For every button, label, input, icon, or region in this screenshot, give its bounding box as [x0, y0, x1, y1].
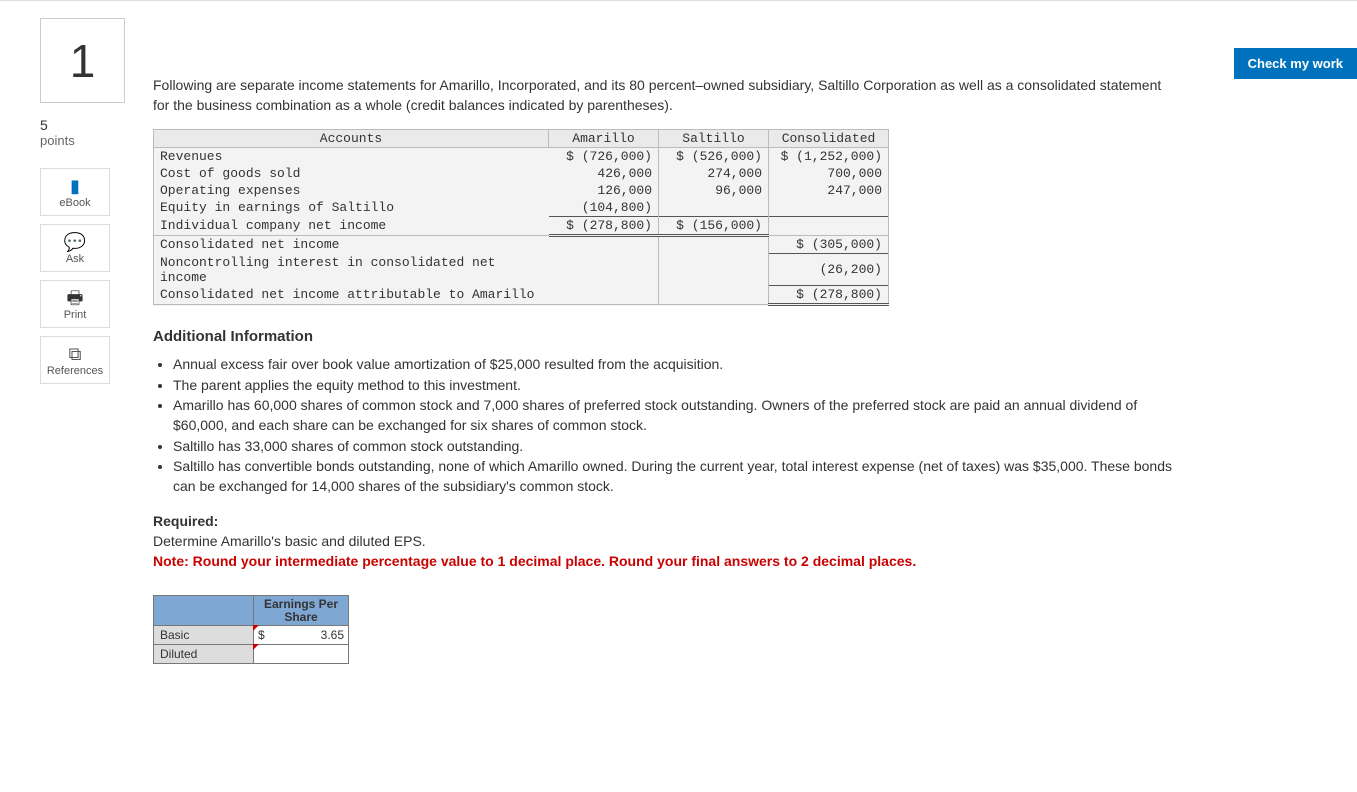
table-row: Consolidated net income attributable to …: [154, 286, 889, 305]
ask-label: Ask: [45, 253, 105, 265]
references-button[interactable]: ⧉ References: [40, 336, 110, 384]
income-statement-table: Accounts Amarillo Saltillo Consolidated …: [153, 129, 889, 306]
copy-icon: ⧉: [45, 345, 105, 363]
ebook-label: eBook: [45, 197, 105, 209]
diluted-label: Diluted: [154, 645, 254, 664]
col-header-consolidated: Consolidated: [769, 130, 889, 148]
table-row: Operating expenses 126,000 96,000 247,00…: [154, 182, 889, 199]
basic-label: Basic: [154, 626, 254, 645]
references-label: References: [45, 365, 105, 377]
check-my-work-button[interactable]: Check my work: [1234, 48, 1357, 79]
answer-corner-cell: [154, 596, 254, 626]
ask-button[interactable]: 💬 Ask: [40, 224, 110, 272]
answer-table: Earnings Per Share Basic $ 3.65 Diluted: [153, 595, 349, 664]
question-number: 1: [40, 18, 125, 103]
list-item: Saltillo has 33,000 shares of common sto…: [173, 437, 1175, 457]
answer-header: Earnings Per Share: [254, 596, 349, 626]
diluted-eps-input[interactable]: [254, 645, 349, 664]
basic-eps-input[interactable]: $ 3.65: [254, 626, 349, 645]
col-header-saltillo: Saltillo: [659, 130, 769, 148]
intro-text: Following are separate income statements…: [153, 76, 1175, 115]
points-label: points: [40, 133, 125, 148]
list-item: Saltillo has convertible bonds outstandi…: [173, 457, 1175, 496]
print-button[interactable]: 🖶 Print: [40, 280, 110, 328]
chat-icon: 💬: [45, 233, 105, 251]
points-value: 5: [40, 117, 125, 133]
list-item: Amarillo has 60,000 shares of common sto…: [173, 396, 1175, 435]
col-header-amarillo: Amarillo: [549, 130, 659, 148]
table-row: Individual company net income $ (278,800…: [154, 217, 889, 236]
list-item: The parent applies the equity method to …: [173, 376, 1175, 396]
required-text: Determine Amarillo's basic and diluted E…: [153, 533, 426, 549]
table-row: Cost of goods sold 426,000 274,000 700,0…: [154, 165, 889, 182]
ebook-button[interactable]: ▮ eBook: [40, 168, 110, 216]
book-icon: ▮: [45, 177, 105, 195]
table-row: Noncontrolling interest in consolidated …: [154, 254, 889, 286]
list-item: Annual excess fair over book value amort…: [173, 355, 1175, 375]
col-header-accounts: Accounts: [154, 130, 549, 148]
additional-info-title: Additional Information: [153, 328, 1175, 345]
required-label: Required:: [153, 513, 218, 529]
print-label: Print: [45, 309, 105, 321]
table-row: Consolidated net income $ (305,000): [154, 236, 889, 254]
note-text: Note: Round your intermediate percentage…: [153, 553, 916, 569]
printer-icon: 🖶: [45, 289, 105, 307]
additional-info-list: Annual excess fair over book value amort…: [153, 355, 1175, 496]
table-row: Equity in earnings of Saltillo (104,800): [154, 199, 889, 217]
table-row: Revenues $ (726,000) $ (526,000) $ (1,25…: [154, 148, 889, 166]
